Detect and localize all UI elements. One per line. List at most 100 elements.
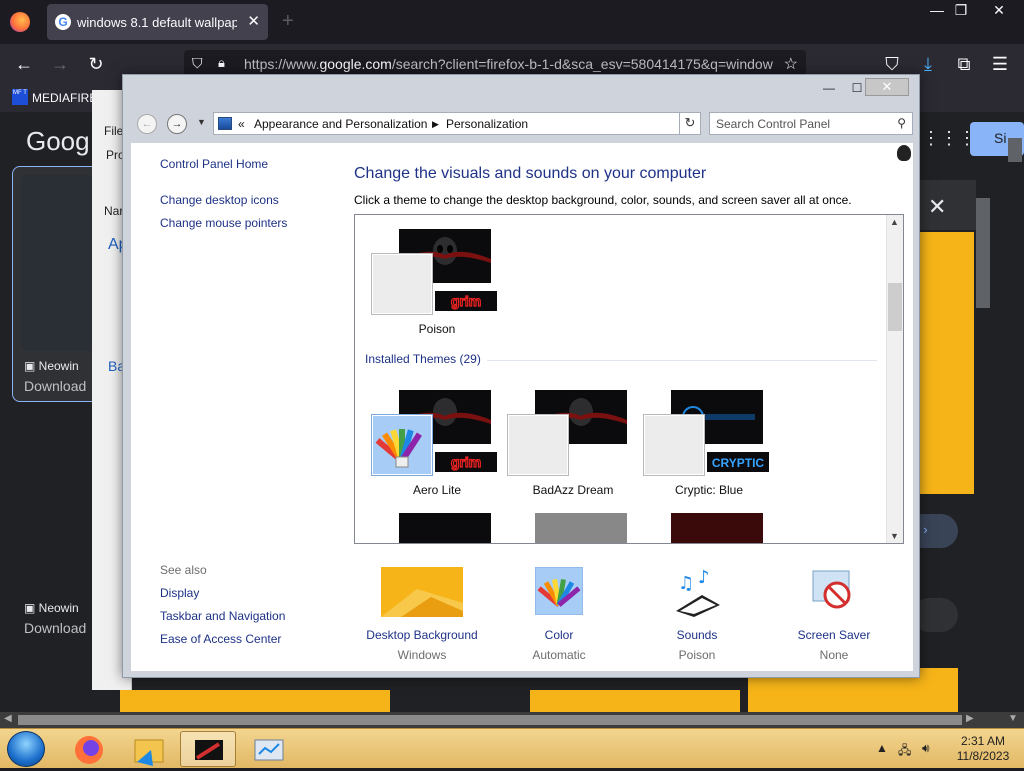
firefox-icon[interactable] [10, 12, 30, 32]
refresh-button[interactable]: ↻ [679, 112, 701, 135]
horizontal-scrollbar[interactable]: ◀ ▶ ▼ [0, 712, 1024, 728]
theme-name: Aero Lite [412, 483, 462, 497]
back-button[interactable]: ← [137, 114, 157, 134]
display-link[interactable]: Display [160, 586, 199, 600]
theme-logo: grim [435, 452, 497, 472]
downloads-icon[interactable]: ⤓ [916, 54, 940, 74]
theme-aero-lite[interactable]: grim Aero Lite [369, 390, 505, 500]
preview-image[interactable] [920, 232, 974, 494]
breadcrumb-overflow[interactable]: « [238, 117, 245, 131]
scroll-up-icon[interactable]: ▲ [890, 217, 899, 227]
browser-tab-title: windows 8.1 default wallpaper [77, 15, 237, 30]
close-window-icon[interactable]: ✕ [984, 2, 1014, 19]
browser-tab[interactable]: G windows 8.1 default wallpaper ✕ [47, 4, 268, 40]
theme-poison[interactable]: grim Poison [369, 229, 505, 339]
taskbar-app[interactable] [240, 731, 296, 767]
scroll-down-icon[interactable]: ▼ [1008, 713, 1018, 724]
breadcrumb-appearance[interactable]: Appearance and Personalization [254, 117, 427, 131]
new-tab-icon[interactable]: + [282, 10, 294, 33]
result-image[interactable] [530, 690, 740, 712]
color-button[interactable]: Color Automatic [494, 567, 624, 663]
url-text[interactable]: https://www.google.com/search?client=fir… [244, 56, 774, 72]
page-scrollbar-thumb[interactable] [1008, 138, 1022, 162]
theme-partial[interactable] [505, 513, 641, 543]
close-preview-icon[interactable]: ✕ [928, 194, 946, 220]
menu-icon[interactable]: ☰ [988, 54, 1012, 74]
scroll-down-icon[interactable]: ▼ [890, 531, 899, 541]
change-mouse-pointers-link[interactable]: Change mouse pointers [160, 216, 287, 230]
control-panel-home-link[interactable]: Control Panel Home [160, 157, 268, 171]
breadcrumb-personalization[interactable]: Personalization [446, 117, 528, 131]
control-panel-icon [218, 117, 232, 130]
bottom-item-value: Windows [397, 648, 447, 662]
close-tab-icon[interactable]: ✕ [247, 12, 260, 30]
theme-cryptic-blue[interactable]: CRYPTIC Cryptic: Blue [641, 390, 777, 500]
clock-date: 11/8/2023 [956, 749, 1010, 763]
bottom-item-value: Poison [678, 648, 716, 662]
change-desktop-icons-link[interactable]: Change desktop icons [160, 193, 279, 207]
explorer-menu-file[interactable]: File [104, 124, 123, 138]
shield-icon[interactable]: ⛉ [192, 55, 203, 72]
close-icon[interactable]: ✕ [865, 78, 909, 96]
preview-scrollbar[interactable] [976, 198, 990, 308]
extensions-icon[interactable]: ⧉ [952, 54, 976, 74]
theme-wallpaper-preview [671, 513, 763, 543]
volume-icon[interactable]: 🔊︎ [922, 741, 930, 756]
theme-list-scrollbar[interactable]: ▲ ▼ [886, 215, 903, 543]
screen-saver-button[interactable]: Screen Saver None [769, 567, 899, 663]
clock[interactable]: 2:31 AM 11/8/2023 [948, 734, 1018, 764]
firefox-icon [75, 736, 103, 764]
google-logo[interactable]: Goog [26, 126, 90, 157]
network-icon[interactable]: 🖧︎ [898, 741, 911, 762]
bottom-item-label[interactable]: Screen Saver [769, 628, 899, 642]
pocket-icon[interactable]: ⛉ [880, 54, 904, 74]
minimize-icon[interactable]: — [817, 79, 841, 97]
recent-pages-icon[interactable]: ▼ [197, 117, 206, 127]
theme-color-swatch [371, 414, 433, 476]
breadcrumb-separator-icon[interactable]: ▶ [432, 119, 439, 130]
explorer-column-name[interactable]: Nar [104, 204, 123, 218]
bookmark-mediafire[interactable]: MEDIAFIRE [32, 91, 97, 105]
result-image[interactable] [120, 690, 390, 712]
bookmark-star-icon[interactable]: ☆ [784, 54, 798, 74]
forward-button[interactable]: → [167, 114, 187, 134]
taskbar-firefox[interactable] [60, 731, 116, 767]
sounds-icon: ♫ ♪ [676, 567, 720, 617]
svg-text:♫: ♫ [678, 573, 694, 594]
result-title[interactable]: Download [24, 620, 86, 636]
theme-color-swatch [507, 414, 569, 476]
address-row: ← → ▼ « Appearance and Personalization ▶… [123, 109, 919, 139]
taskbar-explorer[interactable] [120, 731, 176, 767]
bottom-item-label[interactable]: Color [494, 628, 624, 642]
forward-icon[interactable]: → [48, 54, 72, 74]
lock-icon[interactable]: 🔒︎ [218, 55, 225, 71]
result-title[interactable]: Download [24, 378, 86, 394]
sounds-button[interactable]: ♫ ♪ Sounds Poison [632, 567, 762, 663]
theme-color-swatch [643, 414, 705, 476]
theme-list[interactable]: grim Poison Installed Themes (29) grim A… [354, 214, 904, 544]
taskbar-navigation-link[interactable]: Taskbar and Navigation [160, 609, 285, 623]
search-input[interactable]: Search Control Panel ⚲ [709, 112, 913, 135]
scroll-right-icon[interactable]: ▶ [966, 713, 974, 724]
mediafire-icon[interactable]: MF T [12, 89, 28, 105]
taskbar-personalization[interactable] [180, 731, 236, 767]
theme-partial[interactable] [641, 513, 777, 543]
theme-partial[interactable] [369, 513, 505, 543]
bottom-item-label[interactable]: Sounds [632, 628, 762, 642]
desktop-background-button[interactable]: Desktop Background Windows [357, 567, 487, 663]
scrollbar-thumb[interactable] [18, 715, 962, 725]
theme-badazz-dream[interactable]: BadAzz Dream [505, 390, 641, 500]
show-hidden-icons[interactable]: ▲ [876, 741, 888, 755]
apps-grid-icon[interactable]: ⋮⋮⋮ [922, 128, 976, 149]
bottom-item-label[interactable]: Desktop Background [357, 628, 487, 642]
start-button[interactable] [7, 731, 45, 767]
restore-icon[interactable]: ❐ [946, 2, 976, 19]
ease-of-access-link[interactable]: Ease of Access Center [160, 632, 281, 646]
scroll-left-icon[interactable]: ◀ [4, 713, 12, 724]
back-icon[interactable]: ← [12, 54, 36, 74]
bottom-item-value: None [819, 648, 849, 662]
scrollbar-thumb[interactable] [888, 283, 902, 331]
reload-icon[interactable]: ↻ [84, 54, 108, 74]
address-bar[interactable]: « Appearance and Personalization ▶ Perso… [213, 112, 701, 135]
search-icon[interactable]: ⚲ [897, 116, 906, 130]
